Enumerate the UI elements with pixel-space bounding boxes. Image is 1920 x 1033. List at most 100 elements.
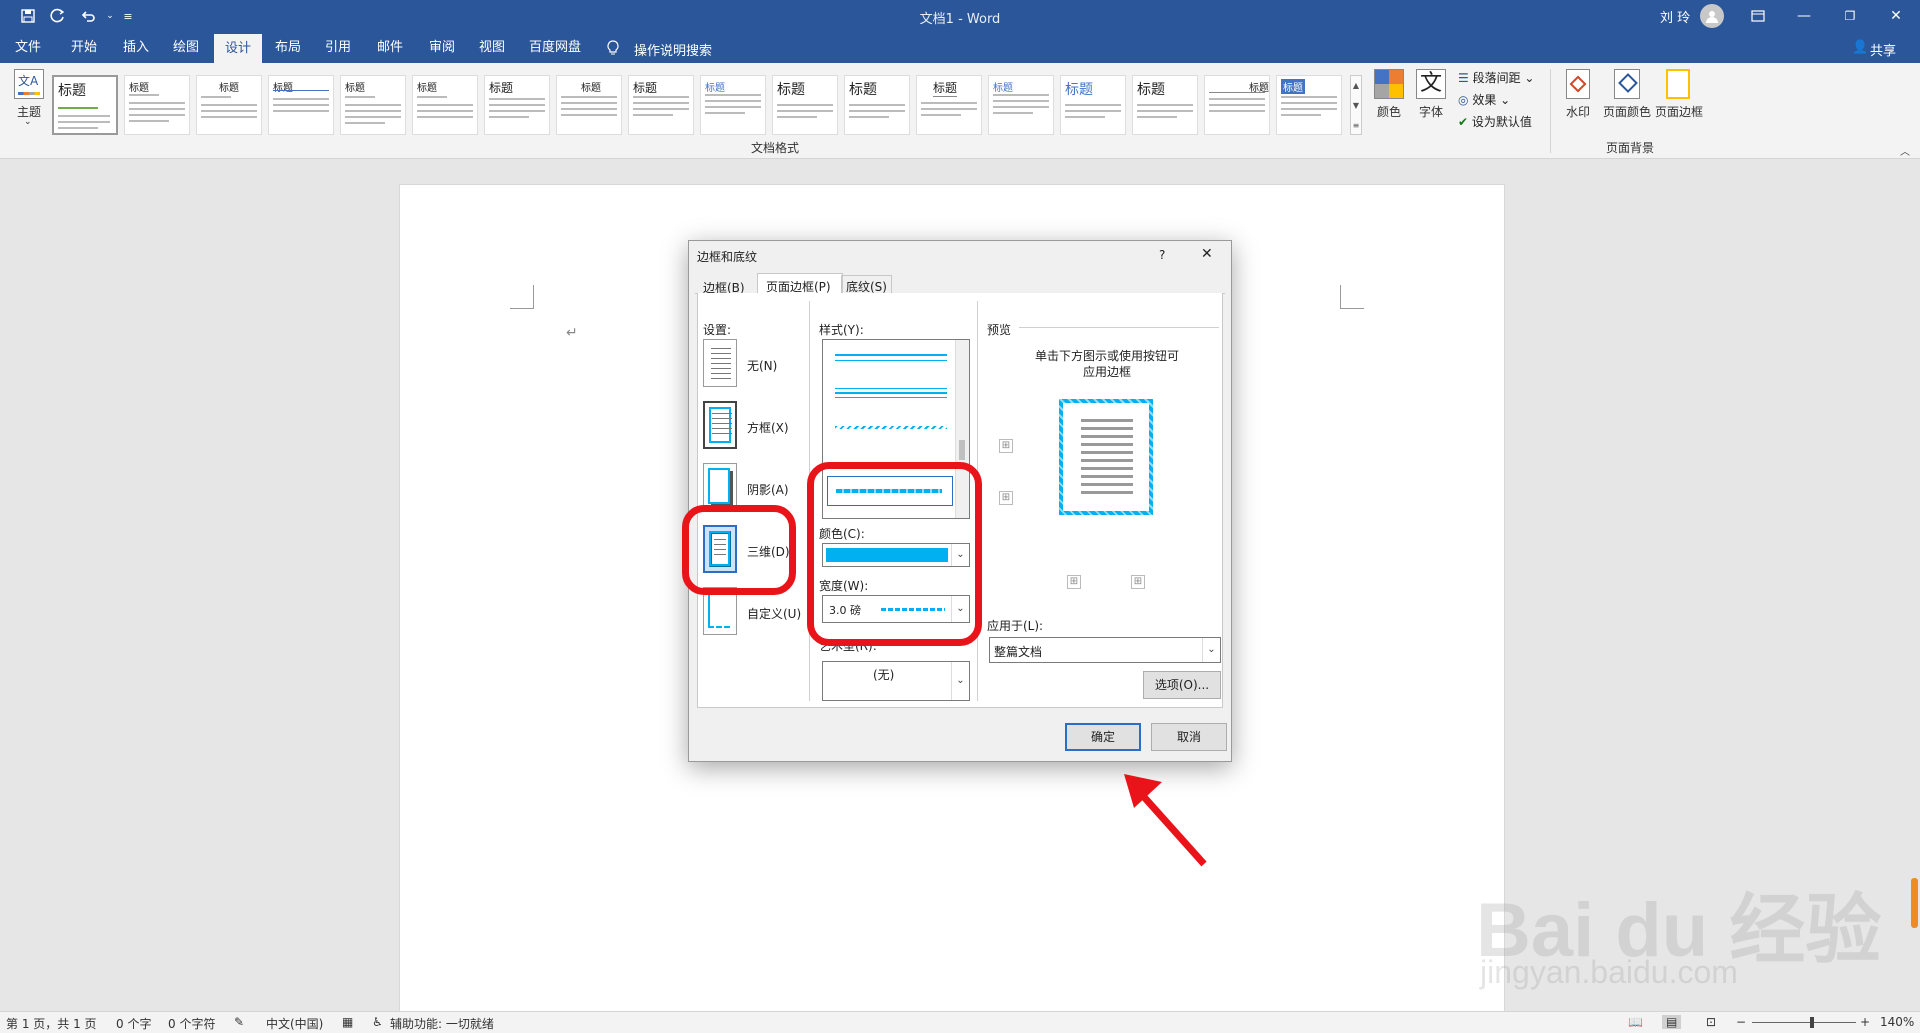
style-set-item[interactable]: 标题 bbox=[1276, 75, 1342, 135]
style-set-item[interactable]: 标题 bbox=[1060, 75, 1126, 135]
tab-view[interactable]: 视图 bbox=[470, 32, 514, 63]
web-layout-icon[interactable]: ⊡ bbox=[1706, 1015, 1716, 1029]
customize-icon[interactable]: ≡ bbox=[118, 6, 138, 26]
tell-me-search[interactable]: 操作说明搜索 bbox=[634, 40, 712, 59]
tab-review[interactable]: 审阅 bbox=[420, 32, 464, 63]
ribbon-display-icon[interactable] bbox=[1748, 6, 1768, 26]
fonts-label[interactable]: 字体 bbox=[1412, 103, 1450, 120]
watermark-label[interactable]: 水印 bbox=[1560, 103, 1596, 120]
help-button[interactable]: ? bbox=[1159, 248, 1165, 262]
page-borders-icon[interactable] bbox=[1666, 69, 1690, 99]
style-set-item[interactable]: 标题 bbox=[772, 75, 838, 135]
tab-insert[interactable]: 插入 bbox=[114, 32, 158, 63]
left-border-toggle-icon[interactable]: ⊞ bbox=[1067, 575, 1081, 589]
style-set-item[interactable]: 标题 bbox=[268, 75, 334, 135]
zoom-level[interactable]: 140% bbox=[1880, 1015, 1914, 1029]
style-triple-line[interactable] bbox=[835, 388, 947, 389]
char-count[interactable]: 0 个字符 bbox=[168, 1015, 215, 1032]
art-dropdown[interactable]: (无) ⌄ bbox=[822, 661, 970, 701]
user-name[interactable]: 刘 玲 bbox=[1660, 7, 1690, 26]
colors-label[interactable]: 颜色 bbox=[1370, 103, 1408, 120]
apply-to-dropdown[interactable]: 整篇文档 ⌄ bbox=[989, 637, 1221, 663]
minimize-icon[interactable]: — bbox=[1794, 6, 1814, 26]
colors-icon[interactable] bbox=[1374, 69, 1404, 99]
style-set-item[interactable]: 标题 bbox=[1204, 75, 1270, 135]
fonts-icon[interactable]: 文 bbox=[1416, 69, 1446, 99]
style-wave-line[interactable] bbox=[835, 426, 947, 429]
style-set-item[interactable]: 标题 bbox=[1132, 75, 1198, 135]
tab-mailings[interactable]: 邮件 bbox=[368, 32, 412, 63]
zoom-out-icon[interactable]: − bbox=[1736, 1015, 1746, 1029]
tab-baidu-netdisk[interactable]: 百度网盘 bbox=[526, 32, 584, 63]
zoom-slider[interactable] bbox=[1752, 1017, 1856, 1028]
dialog-close-button[interactable]: ✕ bbox=[1201, 246, 1213, 262]
style-set-item[interactable]: 标题 bbox=[844, 75, 910, 135]
tab-layout[interactable]: 布局 bbox=[266, 32, 310, 63]
macro-icon[interactable]: ▦ bbox=[342, 1015, 353, 1029]
read-mode-icon[interactable]: 📖 bbox=[1628, 1015, 1643, 1029]
accessibility-status[interactable]: 辅助功能: 一切就绪 bbox=[390, 1015, 494, 1032]
style-double-line[interactable] bbox=[835, 354, 947, 356]
close-icon[interactable]: ✕ bbox=[1886, 6, 1906, 26]
print-layout-icon[interactable]: ▤ bbox=[1662, 1015, 1682, 1029]
undo-dropdown-icon[interactable]: ⌄ bbox=[100, 6, 120, 26]
right-border-toggle-icon[interactable]: ⊞ bbox=[1131, 575, 1145, 589]
proofing-icon[interactable]: ✎ bbox=[234, 1015, 244, 1029]
setting-custom-label[interactable]: 自定义(U) bbox=[747, 605, 801, 622]
top-border-toggle-icon[interactable]: ⊞ bbox=[999, 439, 1013, 453]
avatar[interactable] bbox=[1700, 4, 1724, 28]
themes-icon[interactable]: 文A bbox=[14, 69, 44, 99]
style-set-item[interactable]: 标题 bbox=[196, 75, 262, 135]
word-count[interactable]: 0 个字 bbox=[116, 1015, 151, 1032]
setting-box-icon[interactable] bbox=[703, 401, 737, 449]
chevron-down-icon[interactable]: ⌄ bbox=[951, 662, 969, 700]
scroll-marker[interactable] bbox=[1911, 878, 1918, 928]
set-default-button[interactable]: ✔ 设为默认值 bbox=[1458, 113, 1532, 130]
themes-dropdown-icon[interactable]: ⌄ bbox=[24, 117, 32, 127]
setting-none-label[interactable]: 无(N) bbox=[747, 357, 777, 374]
style-set-item[interactable]: 标题 bbox=[556, 75, 622, 135]
tab-design[interactable]: 设计 bbox=[214, 34, 262, 63]
cancel-button[interactable]: 取消 bbox=[1151, 723, 1227, 751]
style-set-item[interactable]: 标题 bbox=[916, 75, 982, 135]
tab-home[interactable]: 开始 bbox=[62, 32, 106, 63]
style-set-item[interactable]: 标题 bbox=[988, 75, 1054, 135]
save-icon[interactable] bbox=[18, 6, 38, 26]
style-set-gallery[interactable]: 标题 标题 标题 标题 标题 标题 标题 标题 标题 标题 标题 标题 标题 标… bbox=[52, 67, 1364, 137]
setting-none-icon[interactable] bbox=[703, 339, 737, 387]
style-set-item[interactable]: 标题 bbox=[628, 75, 694, 135]
style-set-item[interactable]: 标题 bbox=[700, 75, 766, 135]
page-borders-label[interactable]: 页面边框 bbox=[1652, 103, 1706, 120]
paragraph-spacing-button[interactable]: ☰ 段落间距 ⌄ bbox=[1458, 69, 1534, 86]
watermark-icon[interactable] bbox=[1566, 69, 1590, 99]
setting-shadow-icon[interactable] bbox=[703, 463, 737, 511]
zoom-in-icon[interactable]: + bbox=[1860, 1015, 1870, 1029]
setting-box-label[interactable]: 方框(X) bbox=[747, 419, 789, 436]
tab-draw[interactable]: 绘图 bbox=[164, 32, 208, 63]
options-button[interactable]: 选项(O)... bbox=[1143, 671, 1221, 699]
share-button[interactable]: 共享 bbox=[1870, 40, 1896, 59]
style-set-item[interactable]: 标题 bbox=[340, 75, 406, 135]
accessibility-icon[interactable]: ♿ bbox=[372, 1015, 383, 1029]
gallery-scroll[interactable]: ▲ ▼ ≡ bbox=[1350, 75, 1362, 135]
style-set-item[interactable]: 标题 bbox=[484, 75, 550, 135]
page-color-label[interactable]: 页面颜色 bbox=[1600, 103, 1654, 120]
bottom-border-toggle-icon[interactable]: ⊞ bbox=[999, 491, 1013, 505]
undo-icon[interactable] bbox=[78, 6, 98, 26]
tab-file[interactable]: 文件 bbox=[6, 32, 50, 63]
language[interactable]: 中文(中国) bbox=[266, 1015, 323, 1032]
restore-icon[interactable]: ❐ bbox=[1840, 6, 1860, 26]
style-set-item[interactable]: 标题 bbox=[52, 75, 118, 135]
chevron-down-icon[interactable]: ⌄ bbox=[1202, 638, 1220, 662]
page-count[interactable]: 第 1 页，共 1 页 bbox=[6, 1015, 97, 1032]
effects-button[interactable]: ◎ 效果 ⌄ bbox=[1458, 91, 1510, 108]
tab-page-border-active[interactable]: 页面边框(P) bbox=[757, 273, 843, 294]
style-set-item[interactable]: 标题 bbox=[124, 75, 190, 135]
tab-references[interactable]: 引用 bbox=[316, 32, 360, 63]
setting-shadow-label[interactable]: 阴影(A) bbox=[747, 481, 789, 498]
collapse-ribbon-icon[interactable]: ︿ bbox=[1900, 143, 1910, 158]
autosave-icon[interactable] bbox=[48, 6, 68, 26]
preview-page[interactable] bbox=[1041, 381, 1171, 531]
style-set-item[interactable]: 标题 bbox=[412, 75, 478, 135]
page-color-icon[interactable] bbox=[1614, 69, 1640, 99]
